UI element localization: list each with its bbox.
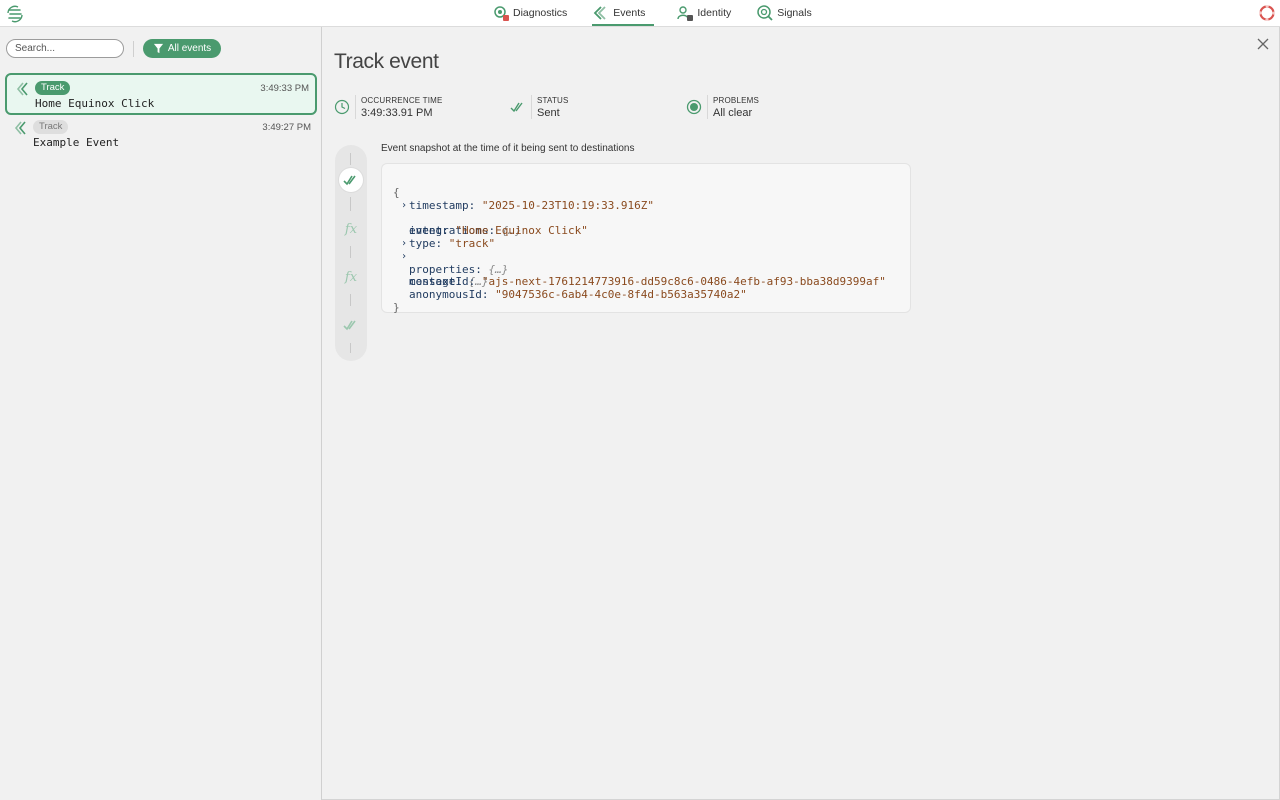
status-meta: STATUS Sent [510,94,569,122]
event-time: 3:49:27 PM [262,122,311,133]
meta-label: OCCURRENCE TIME [361,96,443,105]
double-check-icon [343,320,356,331]
json-line: event"Home Equinox Click" [382,212,910,237]
tab-signals-label: Signals [777,7,812,19]
main-tabs: Diagnostics Events Identity Signals [492,0,837,27]
occurrence-time-meta: OCCURRENCE TIME 3:49:33.91 PM [334,94,443,122]
problems-meta: PROBLEMS All clear [686,94,759,122]
function-icon: fx [344,221,358,237]
top-nav-bar: Diagnostics Events Identity Signals [0,0,1280,27]
double-check-icon [343,175,356,186]
events-icon [14,121,26,135]
chevron-right-icon[interactable]: › [401,200,407,213]
event-time: 3:49:33 PM [260,83,309,94]
tab-diagnostics-label: Diagnostics [513,7,568,19]
pipeline-steps: fx fx [335,145,367,361]
json-line: messageId"ajs-next-1761214773916-dd59c8c… [382,264,910,288]
pipeline-step-source[interactable] [339,168,363,192]
events-icon [16,82,28,96]
pipeline-connector [350,294,351,306]
meta-divider [707,95,708,119]
pipeline-connector [350,153,351,165]
meta-divider [355,95,356,119]
toolbar-divider [133,41,134,57]
json-line: › context{…} [382,251,910,289]
event-type-badge: Track [35,81,71,95]
json-line: type"track" [382,225,910,250]
meta-value: All clear [713,107,753,119]
all-events-filter-button[interactable]: All events [143,39,221,58]
tab-events-label: Events [613,7,646,19]
tab-events[interactable]: Events [592,0,655,26]
snapshot-caption: Event snapshot at the time of it being s… [381,143,635,154]
double-check-icon [510,102,523,113]
chevron-right-icon[interactable]: › [401,251,407,264]
meta-value: Sent [537,107,560,119]
event-list-panel: All events Track 3:49:33 PM Home Equinox… [0,27,322,800]
tab-identity-label: Identity [697,7,732,19]
signals-icon [757,5,773,21]
pipeline-connector [350,197,351,211]
function-icon: fx [344,269,358,285]
event-name: Home Equinox Click [35,97,155,110]
search-input[interactable] [6,39,124,58]
lifebuoy-icon[interactable] [1259,5,1275,21]
page-title: Track event [334,50,439,73]
pipeline-connector [350,343,351,353]
event-type-badge: Track [33,120,69,134]
status-dot-icon [686,99,702,115]
json-line: { [382,174,910,199]
json-line: } [382,289,910,314]
filter-icon [153,43,163,54]
json-line: › integrations{…} [382,200,910,238]
meta-value: 3:49:33.91 PM [361,107,433,119]
meta-label: PROBLEMS [713,96,760,105]
filter-button-label: All events [167,43,212,54]
pipeline-step-function[interactable]: fx [339,265,363,289]
event-json-viewer: { timestamp"2025-10-23T10:19:33.916Z" › … [381,163,911,314]
event-list-item[interactable]: Track 3:49:27 PM Example Event [5,114,317,156]
pipeline-step-function[interactable]: fx [339,217,363,241]
meta-divider [531,95,532,119]
pipeline-connector [350,246,351,258]
app-logo-icon[interactable] [5,4,25,24]
json-line: anonymousId"9047536c-6ab4-4c0e-8f4d-b563… [382,276,910,301]
json-close-brace: } [393,300,400,314]
event-list-item[interactable]: Track 3:49:33 PM Home Equinox Click [5,73,317,115]
close-icon[interactable] [1256,37,1270,51]
event-name: Example Event [33,136,120,149]
json-line: timestamp"2025-10-23T10:19:33.916Z" [382,187,910,212]
events-icon [594,6,606,20]
json-line: › properties{…} [382,238,910,276]
clock-icon [334,99,350,115]
tab-signals[interactable]: Signals [756,0,820,26]
chevron-right-icon[interactable]: › [401,238,407,251]
tab-diagnostics[interactable]: Diagnostics [492,0,576,26]
meta-label: STATUS [537,96,569,105]
identity-icon [677,6,694,21]
tab-identity[interactable]: Identity [676,0,740,26]
pipeline-step-destination[interactable] [339,313,363,337]
diagnostics-icon [494,6,509,21]
